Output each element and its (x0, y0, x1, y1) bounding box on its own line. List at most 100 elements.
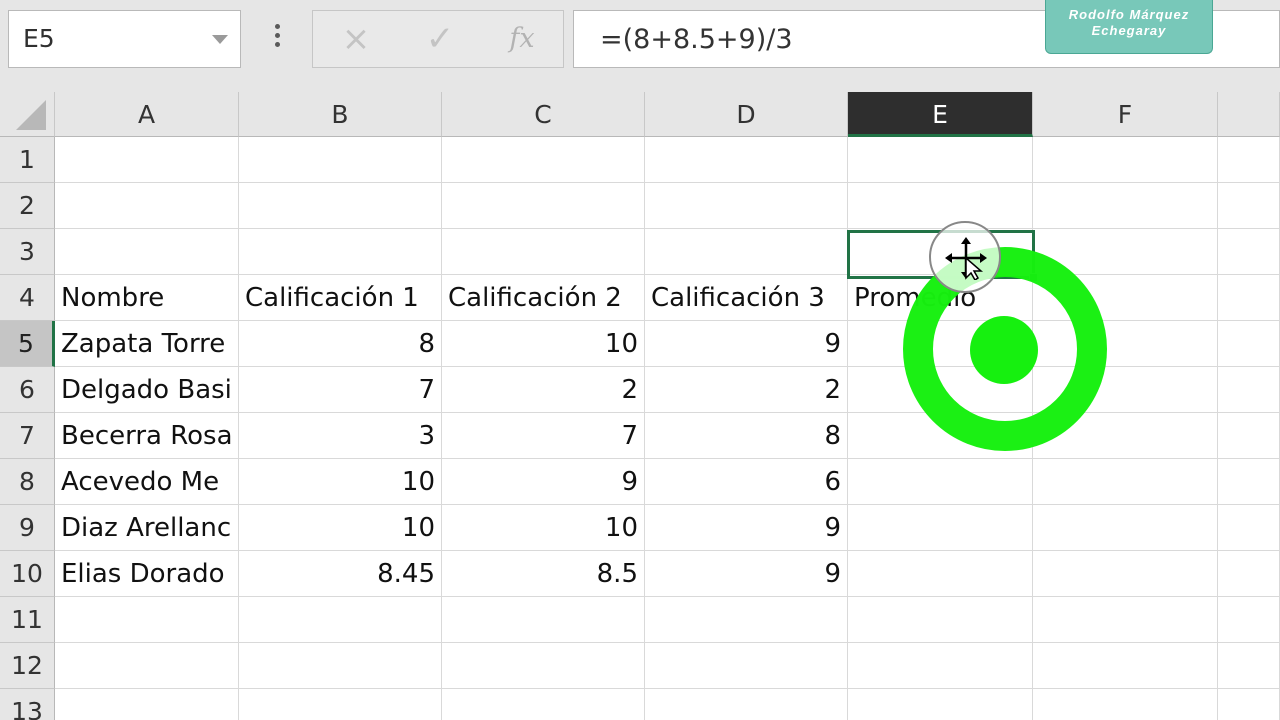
cell-d4[interactable]: Calificación 3 (645, 275, 848, 321)
cell-a2[interactable] (55, 183, 239, 229)
cell-a1[interactable] (55, 137, 239, 183)
cell-e8[interactable] (848, 459, 1033, 505)
cell-d8[interactable]: 6 (645, 459, 848, 505)
column-header-f[interactable]: F (1033, 92, 1218, 137)
row-header-9[interactable]: 9 (0, 505, 55, 551)
cell-b11[interactable] (239, 597, 442, 643)
cell-g5[interactable] (1218, 321, 1280, 367)
cell-f2[interactable] (1033, 183, 1218, 229)
cell-d3[interactable] (645, 229, 848, 275)
row-header-13[interactable]: 13 (0, 689, 55, 720)
row-header-8[interactable]: 8 (0, 459, 55, 505)
row-header-12[interactable]: 12 (0, 643, 55, 689)
column-header-c[interactable]: C (442, 92, 645, 137)
cell-g12[interactable] (1218, 643, 1280, 689)
row-header-10[interactable]: 10 (0, 551, 55, 597)
row-header-6[interactable]: 6 (0, 367, 55, 413)
row-header-7[interactable]: 7 (0, 413, 55, 459)
cell-f1[interactable] (1033, 137, 1218, 183)
cell-g10[interactable] (1218, 551, 1280, 597)
cell-a3[interactable] (55, 229, 239, 275)
cell-e13[interactable] (848, 689, 1033, 720)
cell-e1[interactable] (848, 137, 1033, 183)
cell-d7[interactable]: 8 (645, 413, 848, 459)
row-header-3[interactable]: 3 (0, 229, 55, 275)
cell-f8[interactable] (1033, 459, 1218, 505)
cell-e12[interactable] (848, 643, 1033, 689)
cell-f13[interactable] (1033, 689, 1218, 720)
cell-c9[interactable]: 10 (442, 505, 645, 551)
cell-a6[interactable]: Delgado Basi (55, 367, 239, 413)
cell-f12[interactable] (1033, 643, 1218, 689)
cell-g7[interactable] (1218, 413, 1280, 459)
cell-a4[interactable]: Nombre (55, 275, 239, 321)
cell-e9[interactable] (848, 505, 1033, 551)
cell-c1[interactable] (442, 137, 645, 183)
cell-b6[interactable]: 7 (239, 367, 442, 413)
select-all-button[interactable] (0, 92, 55, 137)
cell-d6[interactable]: 2 (645, 367, 848, 413)
cell-d12[interactable] (645, 643, 848, 689)
cell-c11[interactable] (442, 597, 645, 643)
column-header-a[interactable]: A (55, 92, 239, 137)
cell-d1[interactable] (645, 137, 848, 183)
column-header-e[interactable]: E (848, 92, 1033, 137)
cell-b7[interactable]: 3 (239, 413, 442, 459)
cell-g13[interactable] (1218, 689, 1280, 720)
cell-b4[interactable]: Calificación 1 (239, 275, 442, 321)
cell-b9[interactable]: 10 (239, 505, 442, 551)
cell-b12[interactable] (239, 643, 442, 689)
cell-c4[interactable]: Calificación 2 (442, 275, 645, 321)
cell-c6[interactable]: 2 (442, 367, 645, 413)
cell-d5[interactable]: 9 (645, 321, 848, 367)
cell-d9[interactable]: 9 (645, 505, 848, 551)
row-header-1[interactable]: 1 (0, 137, 55, 183)
cell-c10[interactable]: 8.5 (442, 551, 645, 597)
row-header-11[interactable]: 11 (0, 597, 55, 643)
cancel-icon[interactable]: × (321, 11, 391, 67)
cell-b13[interactable] (239, 689, 442, 720)
column-header-g[interactable] (1218, 92, 1280, 137)
column-header-d[interactable]: D (645, 92, 848, 137)
cell-g1[interactable] (1218, 137, 1280, 183)
cell-b2[interactable] (239, 183, 442, 229)
cell-f9[interactable] (1033, 505, 1218, 551)
cell-b10[interactable]: 8.45 (239, 551, 442, 597)
cell-a5[interactable]: Zapata Torre (55, 321, 239, 367)
cell-b3[interactable] (239, 229, 442, 275)
row-header-2[interactable]: 2 (0, 183, 55, 229)
cell-f11[interactable] (1033, 597, 1218, 643)
cell-d13[interactable] (645, 689, 848, 720)
cell-a8[interactable]: Acevedo Me (55, 459, 239, 505)
cell-a12[interactable] (55, 643, 239, 689)
cell-c13[interactable] (442, 689, 645, 720)
enter-check-icon[interactable]: ✓ (405, 11, 475, 67)
insert-function-icon[interactable]: fx (487, 11, 557, 67)
cell-g11[interactable] (1218, 597, 1280, 643)
cell-a10[interactable]: Elias Dorado (55, 551, 239, 597)
cell-c5[interactable]: 10 (442, 321, 645, 367)
cell-e11[interactable] (848, 597, 1033, 643)
cell-d2[interactable] (645, 183, 848, 229)
cell-g3[interactable] (1218, 229, 1280, 275)
more-options-icon[interactable] (266, 24, 288, 54)
cell-d10[interactable]: 9 (645, 551, 848, 597)
row-header-4[interactable]: 4 (0, 275, 55, 321)
cell-c3[interactable] (442, 229, 645, 275)
cell-a9[interactable]: Diaz Arellanc (55, 505, 239, 551)
cell-g2[interactable] (1218, 183, 1280, 229)
cell-b8[interactable]: 10 (239, 459, 442, 505)
cell-b1[interactable] (239, 137, 442, 183)
cell-f10[interactable] (1033, 551, 1218, 597)
cell-c7[interactable]: 7 (442, 413, 645, 459)
name-box[interactable]: E5 (8, 10, 241, 68)
cell-e10[interactable] (848, 551, 1033, 597)
cell-g8[interactable] (1218, 459, 1280, 505)
row-header-5[interactable]: 5 (0, 321, 55, 367)
cell-a13[interactable] (55, 689, 239, 720)
column-header-b[interactable]: B (239, 92, 442, 137)
name-box-dropdown-icon[interactable] (212, 35, 228, 44)
cell-c2[interactable] (442, 183, 645, 229)
cell-g4[interactable] (1218, 275, 1280, 321)
cell-c8[interactable]: 9 (442, 459, 645, 505)
